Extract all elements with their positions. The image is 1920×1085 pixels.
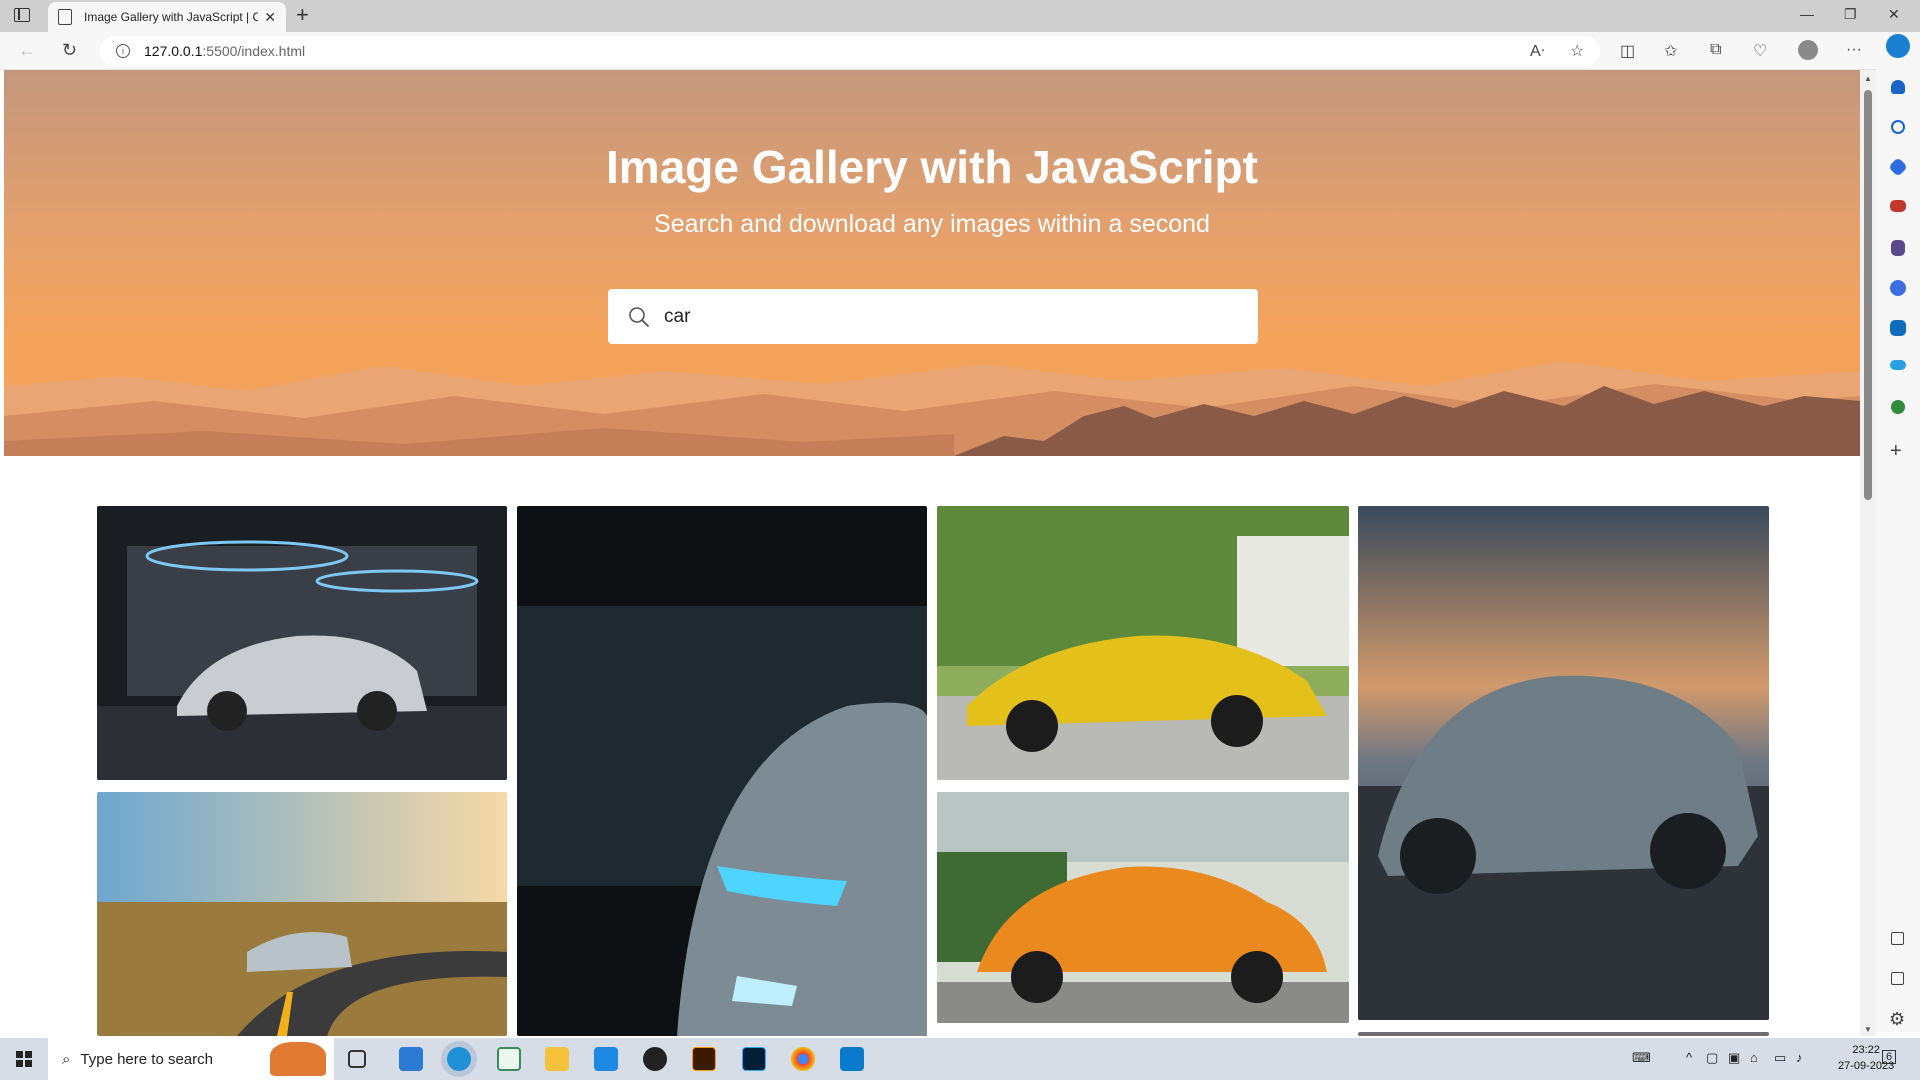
tab-actions-icon[interactable] xyxy=(14,8,30,22)
back-icon[interactable]: ← xyxy=(18,40,36,61)
mail-icon[interactable] xyxy=(594,1047,618,1071)
page-icon xyxy=(58,9,72,25)
vscode-icon[interactable] xyxy=(840,1047,864,1071)
scroll-up-icon[interactable]: ▲ xyxy=(1864,74,1872,83)
gallery-image[interactable] xyxy=(937,506,1349,780)
page-title: Image Gallery with JavaScript xyxy=(606,141,1258,193)
web-page: Image Gallery with JavaScript Search and… xyxy=(4,70,1860,1036)
outlook-icon[interactable] xyxy=(1890,320,1906,336)
search-icon xyxy=(628,306,650,328)
close-tab-icon[interactable]: ✕ xyxy=(264,9,276,26)
edge-sidebar: + ⚙ xyxy=(1876,32,1920,1032)
notifications-icon[interactable] xyxy=(1891,80,1905,94)
volume-icon[interactable]: ♪ xyxy=(1796,1050,1803,1065)
terminal-app-icon[interactable] xyxy=(643,1047,667,1071)
edge-browser-icon[interactable] xyxy=(447,1047,471,1071)
keyboard-layout-icon[interactable]: ⌨ xyxy=(1632,1050,1651,1066)
gallery-image[interactable] xyxy=(517,506,927,1036)
tray-app-icon[interactable]: ▣ xyxy=(1728,1050,1740,1066)
windows-taskbar: ⌕ Type here to search ⌨ ^ ▢ ▣ ⌂ ▭ ♪ 23:2… xyxy=(0,1038,1920,1080)
profile-avatar[interactable] xyxy=(1798,40,1818,60)
hero-section: Image Gallery with JavaScript Search and… xyxy=(4,70,1860,456)
search-input[interactable] xyxy=(664,305,1224,328)
tray-app-icon[interactable]: ▢ xyxy=(1706,1050,1718,1066)
minimize-icon[interactable]: — xyxy=(1800,6,1814,22)
chrome-icon[interactable] xyxy=(791,1047,815,1071)
file-explorer-icon[interactable] xyxy=(545,1047,569,1071)
photoshop-icon[interactable] xyxy=(742,1047,766,1071)
scroll-down-icon[interactable]: ▼ xyxy=(1864,1025,1872,1034)
page-subtitle: Search and download any images within a … xyxy=(654,210,1210,238)
site-info-icon[interactable]: i xyxy=(116,44,130,58)
start-button[interactable] xyxy=(0,1038,48,1080)
microsoft-365-icon[interactable] xyxy=(1890,280,1906,296)
add-sidebar-app-icon[interactable]: + xyxy=(1890,441,1910,462)
new-tab-button[interactable]: + xyxy=(296,4,309,26)
taskbar-search[interactable]: ⌕ Type here to search xyxy=(48,1038,334,1080)
external-link-icon[interactable] xyxy=(1891,972,1904,985)
favorite-star-icon[interactable]: ☆ xyxy=(1570,41,1584,61)
notepad-icon[interactable] xyxy=(497,1047,521,1071)
split-screen-icon[interactable]: ◫ xyxy=(1620,41,1635,61)
gallery-image[interactable] xyxy=(937,792,1349,1023)
url-path: :5500/index.html xyxy=(202,43,306,59)
search-box[interactable] xyxy=(608,289,1258,344)
search-icon[interactable] xyxy=(1891,120,1905,134)
mountains-illustration xyxy=(4,361,1860,456)
gallery-image[interactable] xyxy=(1358,1032,1769,1036)
restore-icon[interactable]: ❐ xyxy=(1844,6,1857,23)
page-scrollbar[interactable]: ▲ ▼ xyxy=(1860,70,1876,1036)
address-bar[interactable]: i 127.0.0.1:5500/index.html xyxy=(100,36,1600,66)
taskbar-search-placeholder: Type here to search xyxy=(80,1050,213,1068)
drop-icon[interactable] xyxy=(1890,360,1906,370)
favorites-icon[interactable]: ✩ xyxy=(1664,41,1677,61)
hide-sidebar-icon[interactable] xyxy=(1891,932,1904,945)
games-icon[interactable] xyxy=(1891,240,1905,256)
browser-tab[interactable]: Image Gallery with JavaScript | C ✕ xyxy=(48,2,286,32)
microsoft-store-icon[interactable] xyxy=(399,1047,423,1071)
collections-icon[interactable]: ⧉ xyxy=(1710,41,1721,59)
browser-toolbar: ← ↻ i 127.0.0.1:5500/index.html Aᐧ ☆ ◫ ✩… xyxy=(0,32,1920,70)
gallery-image[interactable] xyxy=(97,506,507,780)
read-aloud-icon[interactable]: Aᐧ xyxy=(1530,41,1545,61)
browser-essentials-icon[interactable]: ♡ xyxy=(1753,41,1767,61)
shopping-icon[interactable] xyxy=(1888,157,1908,177)
refresh-icon[interactable]: ↻ xyxy=(62,40,77,61)
show-hidden-icons[interactable]: ^ xyxy=(1686,1050,1692,1065)
tab-title: Image Gallery with JavaScript | C xyxy=(84,10,259,24)
sidebar-settings-icon[interactable]: ⚙ xyxy=(1889,1010,1909,1030)
gallery-image[interactable] xyxy=(97,792,507,1036)
gallery-image[interactable] xyxy=(1358,506,1769,1020)
illustrator-icon[interactable] xyxy=(692,1047,716,1071)
url-host: 127.0.0.1 xyxy=(144,43,203,59)
more-options-icon[interactable]: ··· xyxy=(1846,41,1862,59)
search-icon: ⌕ xyxy=(62,1050,71,1068)
browser-tab-strip: Image Gallery with JavaScript | C ✕ + — … xyxy=(0,0,1920,32)
task-view-icon[interactable] xyxy=(348,1050,366,1068)
notification-center-icon[interactable]: 6 xyxy=(1882,1050,1897,1064)
search-highlight-icon xyxy=(270,1042,326,1076)
close-window-icon[interactable]: ✕ xyxy=(1888,6,1900,23)
network-icon[interactable]: ⌂ xyxy=(1750,1050,1758,1065)
tools-icon[interactable] xyxy=(1890,200,1906,212)
bing-copilot-icon[interactable] xyxy=(1886,34,1910,58)
tree-icon[interactable] xyxy=(1891,400,1905,414)
notification-count: 6 xyxy=(1886,1051,1893,1063)
scrollbar-thumb[interactable] xyxy=(1864,90,1872,500)
battery-icon[interactable]: ▭ xyxy=(1774,1050,1786,1066)
